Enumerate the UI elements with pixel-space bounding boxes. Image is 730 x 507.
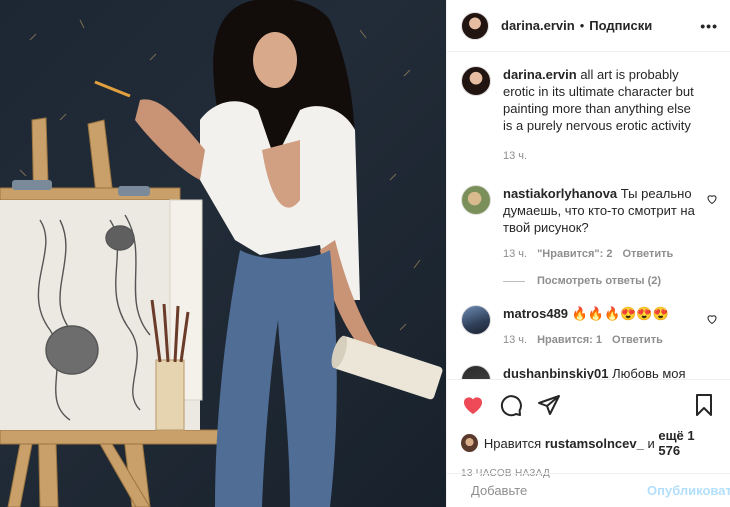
action-icons — [461, 388, 716, 422]
comment-username[interactable]: nastiakorlyhanova — [503, 186, 617, 201]
likes-conjunction: и — [647, 435, 655, 451]
comment-time[interactable]: 13 ч. — [503, 332, 527, 349]
comment-username[interactable]: dushanbinskiy01 — [503, 366, 608, 379]
comments-list[interactable]: darina.ervin all art is probably erotic … — [447, 52, 730, 379]
comment-likes-count[interactable]: Нравится: 1 — [537, 332, 602, 349]
caption-username[interactable]: darina.ervin — [503, 67, 577, 82]
post-photo[interactable] — [0, 0, 446, 507]
replies-divider — [503, 280, 525, 282]
bookmark-icon[interactable] — [692, 393, 716, 417]
comment-icon[interactable] — [499, 393, 523, 417]
liker-avatar[interactable] — [461, 434, 478, 452]
view-replies-label: Посмотреть ответы (2) — [537, 275, 662, 287]
comment-item: matros489 🔥🔥🔥😍😍😍 13 ч. Нравится: 1 Ответ… — [461, 305, 718, 349]
comment-heart-icon[interactable] — [706, 313, 718, 325]
publish-button[interactable]: Опубликовать — [647, 483, 730, 498]
comment-text: 🔥🔥🔥😍😍😍 — [571, 306, 669, 321]
comment-username[interactable]: matros489 — [503, 306, 568, 321]
comment-heart-icon[interactable] — [706, 193, 718, 205]
heart-filled-icon[interactable] — [461, 393, 485, 417]
comment-time[interactable]: 13 ч. — [503, 246, 527, 263]
caption: darina.ervin all art is probably erotic … — [461, 66, 718, 165]
caption-time[interactable]: 13 ч. — [503, 148, 527, 165]
comment-item: nastiakorlyhanova Ты реально думаешь, чт… — [461, 185, 718, 263]
more-options-icon[interactable]: ••• — [700, 18, 718, 34]
post-actions: Нравится rustamsolncev_ и ещё 1 576 13 Ч… — [447, 379, 730, 507]
photo-illustration — [0, 0, 443, 507]
post-header: darina.ervin • Подписки ••• — [447, 0, 730, 52]
commenter-avatar[interactable] — [461, 185, 491, 215]
following-button[interactable]: Подписки — [589, 18, 652, 33]
comment-likes-count[interactable]: "Нравится": 2 — [537, 246, 612, 263]
view-replies-button[interactable]: Посмотреть ответы (2) — [503, 275, 718, 287]
header-separator: • — [579, 18, 585, 33]
likes-prefix: Нравится — [483, 435, 542, 451]
likes-count-link[interactable]: ещё 1 576 — [658, 428, 716, 458]
author-avatar[interactable] — [461, 11, 489, 40]
reply-button[interactable]: Ответить — [612, 332, 663, 349]
author-username[interactable]: darina.ervin — [501, 18, 575, 33]
caption-avatar[interactable] — [461, 66, 491, 96]
paper-plane-icon[interactable] — [537, 393, 561, 417]
commenter-avatar[interactable] — [461, 305, 491, 335]
likes-summary: Нравится rustamsolncev_ и ещё 1 576 — [461, 428, 716, 458]
side-panel: darina.ervin • Подписки ••• darina.ervin… — [446, 0, 730, 507]
post-modal: darina.ervin • Подписки ••• darina.ervin… — [0, 0, 730, 507]
add-comment-bar: Опубликовать — [447, 473, 730, 507]
commenter-avatar[interactable] — [461, 365, 491, 379]
comment-item: dushanbinskiy01 Любовь моя ❤️ — [461, 365, 718, 379]
reply-button[interactable]: Ответить — [622, 246, 673, 263]
comment-input[interactable] — [471, 483, 647, 498]
liker-username[interactable]: rustamsolncev_ — [545, 436, 644, 451]
